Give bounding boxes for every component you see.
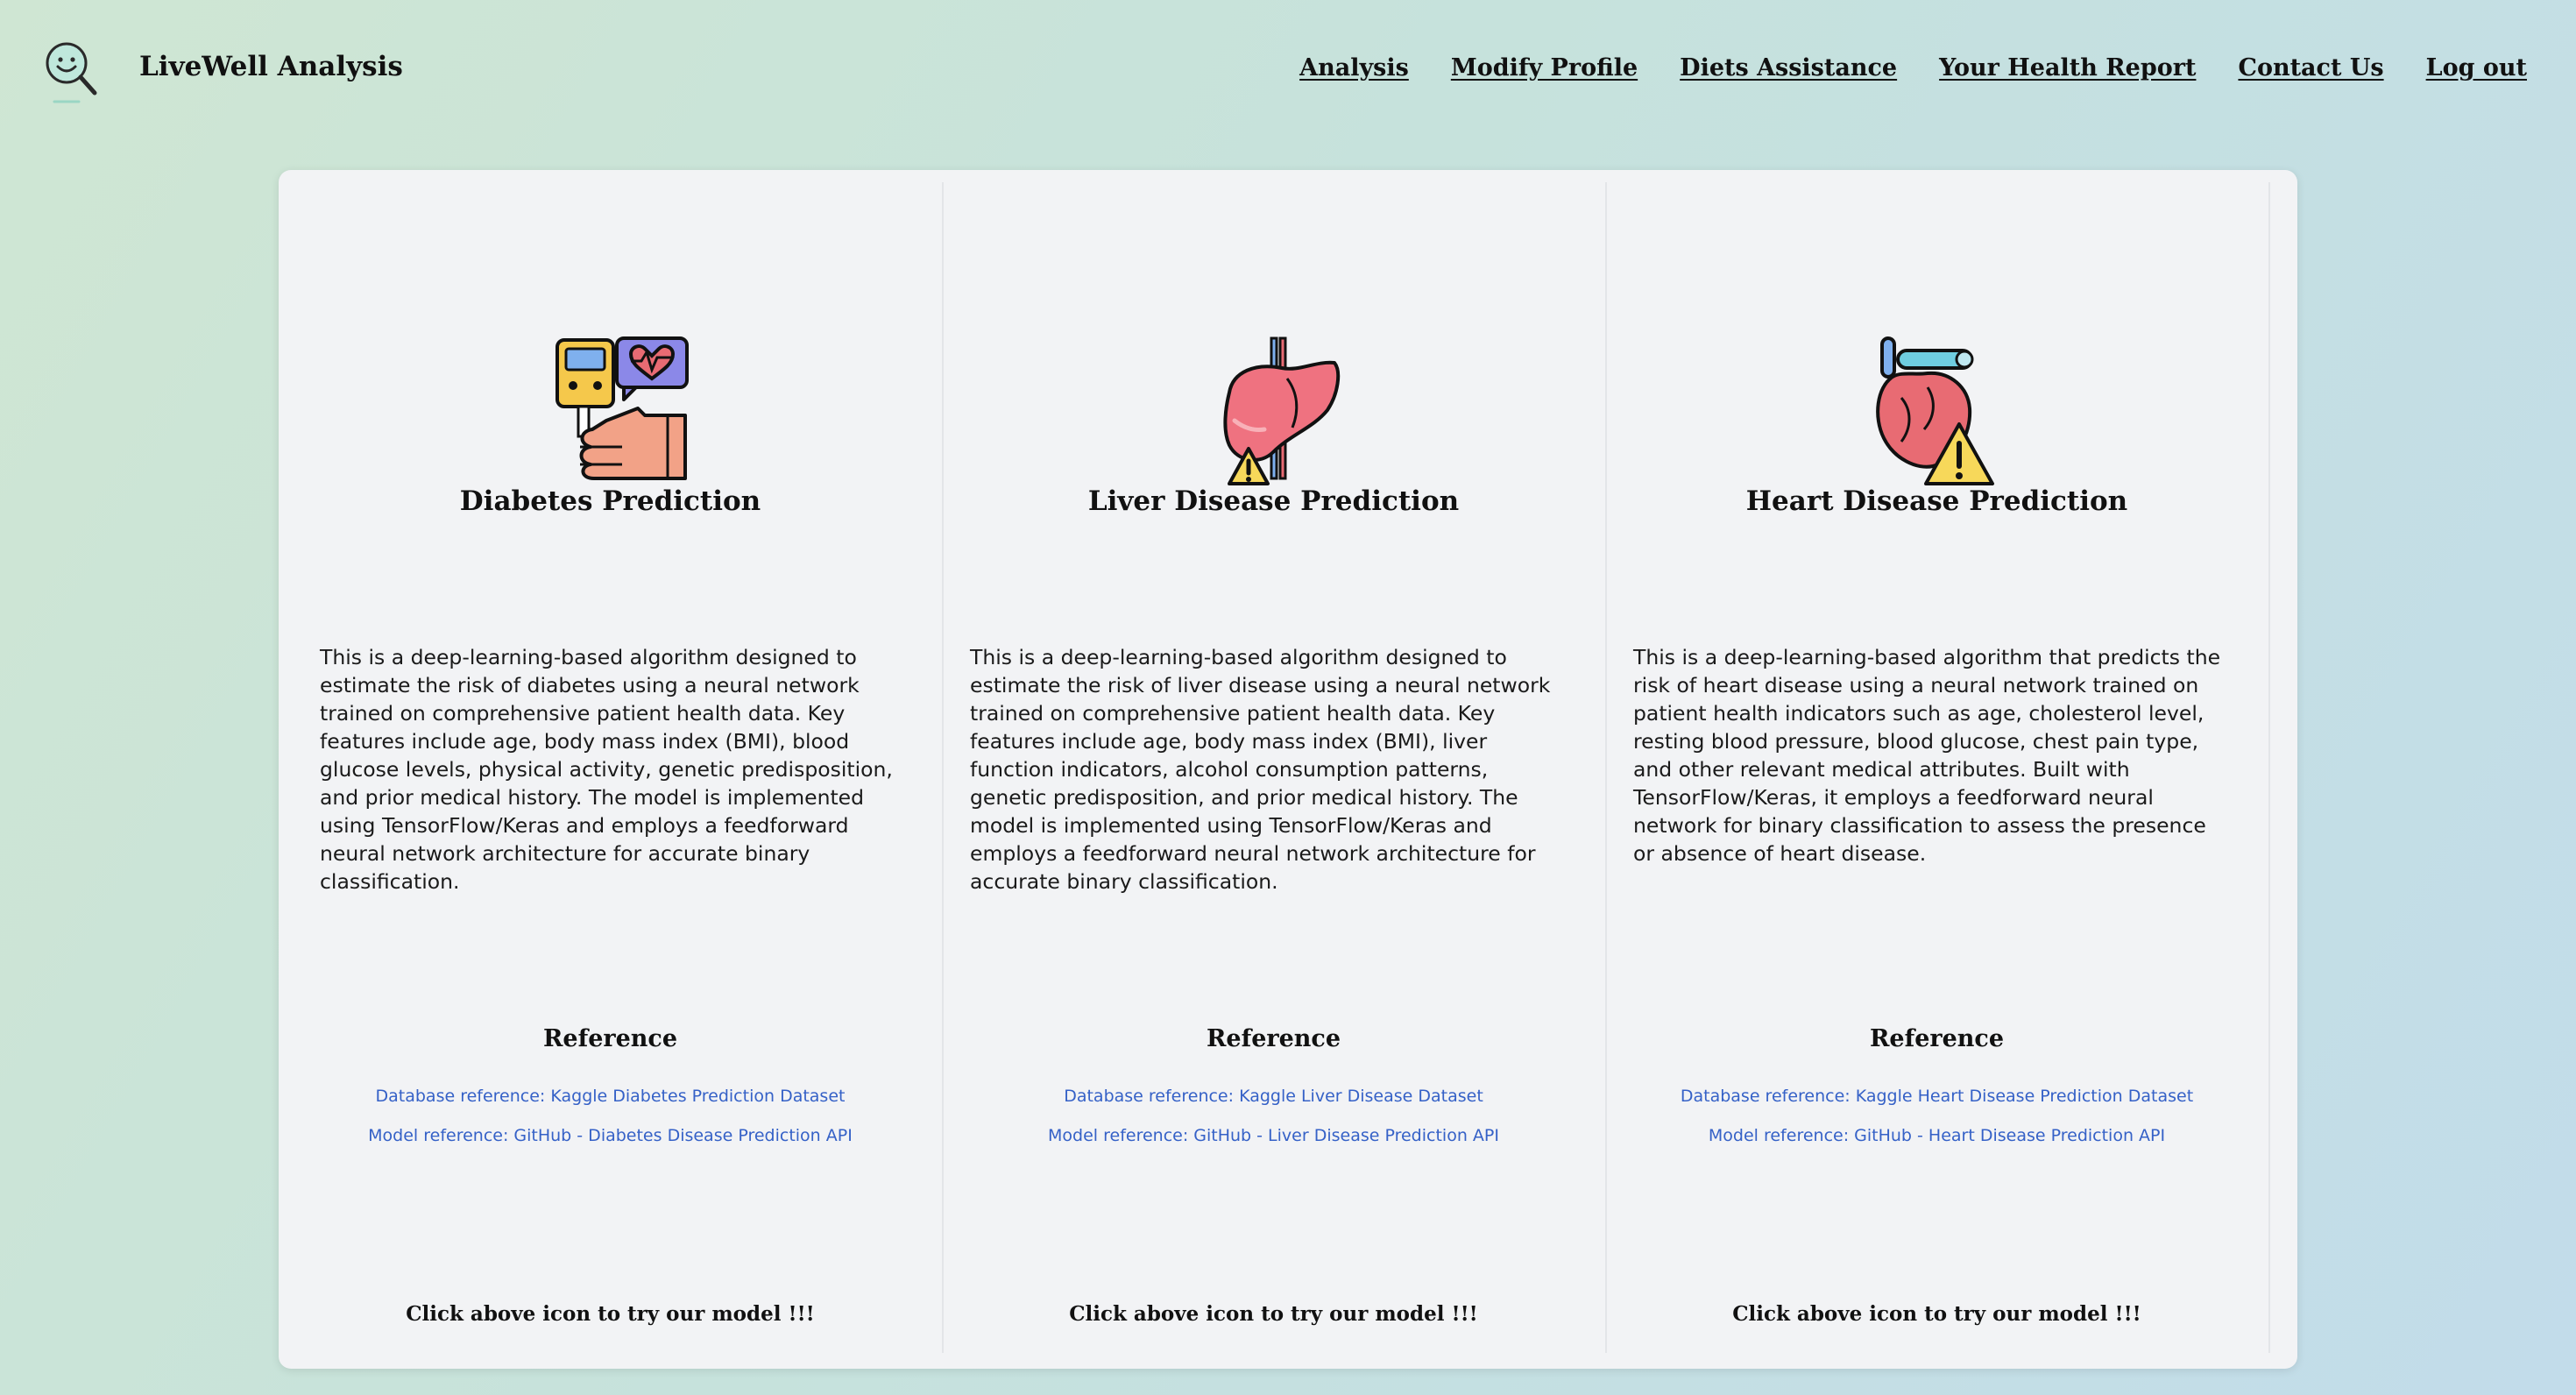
main-nav: Analysis Modify Profile Diets Assistance… — [1299, 54, 2527, 81]
liver-icon[interactable] — [1203, 336, 1343, 485]
try-model-hint: Click above icon to try our model !!! — [1732, 1302, 2141, 1326]
card-title: Heart Disease Prediction — [1745, 485, 2128, 517]
model-reference-link[interactable]: Model reference: GitHub - Liver Disease … — [942, 1126, 1605, 1145]
try-model-hint: Click above icon to try our model !!! — [1069, 1302, 1478, 1326]
card-title: Diabetes Prediction — [459, 485, 761, 517]
nav-health-report[interactable]: Your Health Report — [1939, 54, 2196, 81]
models-panel: Diabetes Prediction This is a deep-learn… — [279, 170, 2297, 1369]
liver-card: Liver Disease Prediction This is a deep-… — [942, 182, 1607, 1353]
database-reference-link[interactable]: Database reference: Kaggle Liver Disease… — [942, 1087, 1605, 1106]
try-model-hint: Click above icon to try our model !!! — [406, 1302, 815, 1326]
nav-analysis[interactable]: Analysis — [1299, 54, 1409, 81]
card-title: Liver Disease Prediction — [1087, 485, 1460, 517]
reference-heading: Reference — [1869, 1025, 2005, 1052]
diabetes-card: Diabetes Prediction This is a deep-learn… — [279, 182, 944, 1353]
nav-diets-assistance[interactable]: Diets Assistance — [1680, 54, 1897, 81]
card-description: This is a deep-learning-based algorithm … — [1633, 645, 2221, 866]
reference-heading: Reference — [1206, 1025, 1341, 1052]
model-reference-link[interactable]: Model reference: GitHub - Diabetes Disea… — [279, 1126, 942, 1145]
brand-title[interactable]: LiveWell Analysis — [139, 51, 403, 82]
database-reference-link[interactable]: Database reference: Kaggle Diabetes Pred… — [279, 1087, 942, 1106]
top-navbar: LiveWell Analysis Analysis Modify Profil… — [0, 0, 2576, 145]
card-description: This is a deep-learning-based algorithm … — [320, 645, 893, 894]
model-reference-link[interactable]: Model reference: GitHub - Heart Disease … — [1605, 1126, 2268, 1145]
reference-heading: Reference — [542, 1025, 678, 1052]
card-description: This is a deep-learning-based algorithm … — [970, 645, 1551, 894]
heart-icon[interactable] — [1866, 336, 2006, 485]
heart-card: Heart Disease Prediction This is a deep-… — [1605, 182, 2270, 1353]
glucose-meter-icon[interactable] — [554, 336, 694, 485]
smiley-magnifier-logo-icon[interactable] — [40, 39, 102, 105]
database-reference-link[interactable]: Database reference: Kaggle Heart Disease… — [1605, 1087, 2268, 1106]
nav-contact-us[interactable]: Contact Us — [2238, 54, 2383, 81]
nav-log-out[interactable]: Log out — [2426, 54, 2527, 81]
nav-modify-profile[interactable]: Modify Profile — [1451, 54, 1638, 81]
